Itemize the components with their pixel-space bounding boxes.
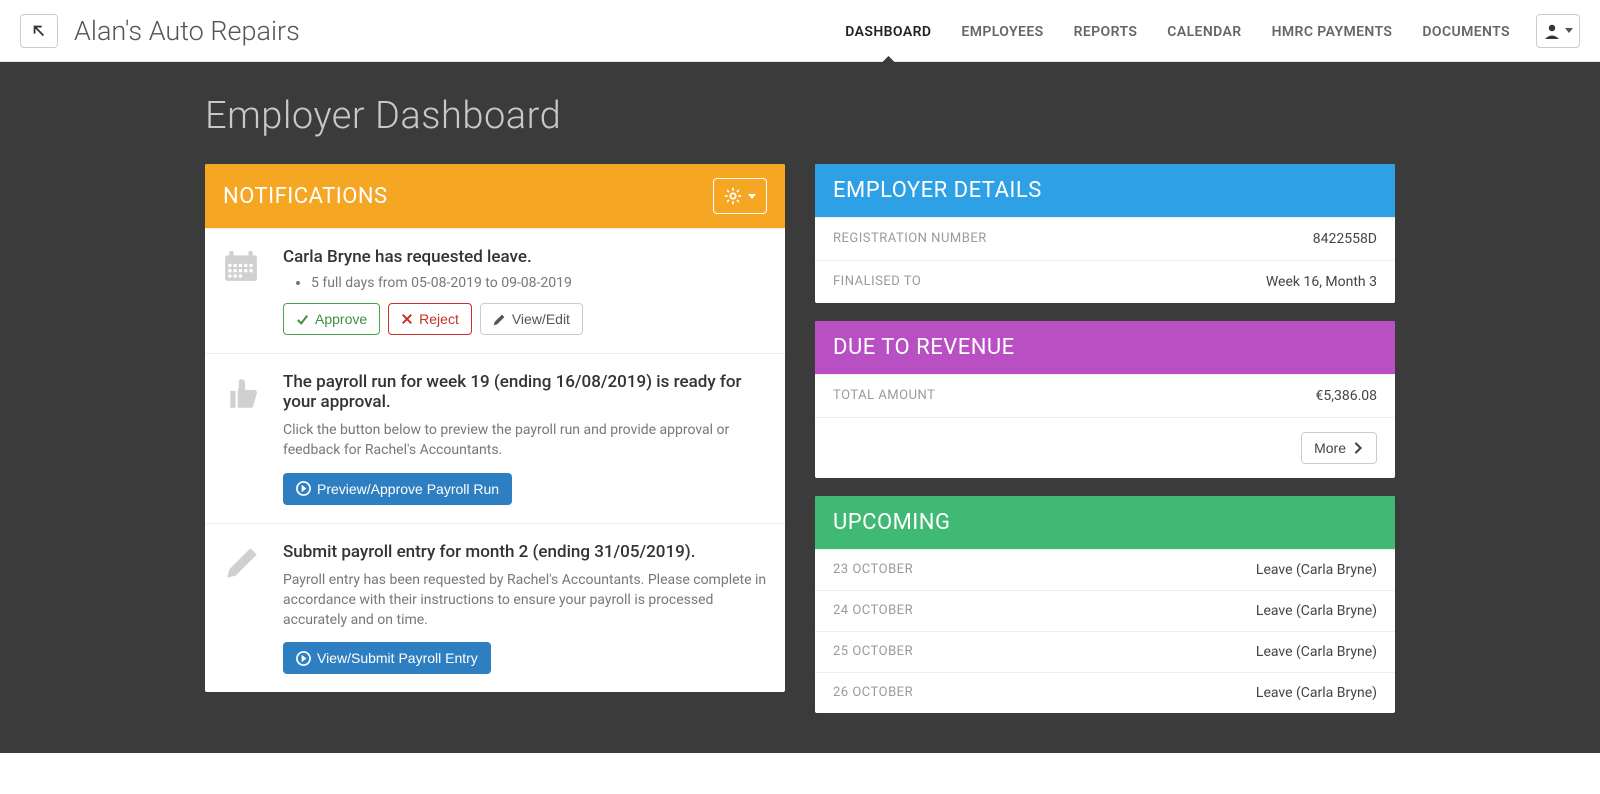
notifications-title: NOTIFICATIONS	[223, 184, 388, 209]
company-name: Alan's Auto Repairs	[74, 15, 300, 47]
back-button[interactable]	[20, 14, 58, 48]
upcoming-text: Leave (Carla Bryne)	[1256, 562, 1377, 578]
upcoming-panel: UPCOMING 23 OCTOBER Leave (Carla Bryne) …	[815, 496, 1395, 713]
upcoming-text: Leave (Carla Bryne)	[1256, 685, 1377, 701]
view-submit-payroll-button[interactable]: View/Submit Payroll Entry	[283, 642, 491, 674]
detail-value: €5,386.08	[1315, 388, 1377, 404]
upcoming-text: Leave (Carla Bryne)	[1256, 644, 1377, 660]
nav-reports[interactable]: REPORTS	[1074, 4, 1138, 58]
upcoming-date: 23 OCTOBER	[833, 562, 913, 578]
nav-calendar[interactable]: CALENDAR	[1167, 4, 1241, 58]
notification-title: The payroll run for week 19 (ending 16/0…	[283, 372, 767, 412]
notification-item: The payroll run for week 19 (ending 16/0…	[205, 353, 785, 523]
user-icon	[1543, 22, 1561, 40]
detail-row: TOTAL AMOUNT €5,386.08	[815, 374, 1395, 417]
notification-title: Carla Bryne has requested leave.	[283, 247, 767, 267]
notification-title: Submit payroll entry for month 2 (ending…	[283, 542, 767, 562]
thumbs-up-icon	[223, 372, 265, 505]
due-to-revenue-header: DUE TO REVENUE	[815, 321, 1395, 374]
notification-description: Payroll entry has been requested by Rach…	[283, 570, 767, 631]
employer-details-panel: EMPLOYER DETAILS REGISTRATION NUMBER 842…	[815, 164, 1395, 303]
employer-details-header: EMPLOYER DETAILS	[815, 164, 1395, 217]
more-button[interactable]: More	[1301, 432, 1377, 464]
detail-label: TOTAL AMOUNT	[833, 388, 935, 404]
nav-employees[interactable]: EMPLOYEES	[961, 4, 1043, 58]
notification-details: 5 full days from 05-08-2019 to 09-08-201…	[283, 275, 767, 291]
upcoming-item: 24 OCTOBER Leave (Carla Bryne)	[815, 590, 1395, 631]
upcoming-item: 26 OCTOBER Leave (Carla Bryne)	[815, 672, 1395, 713]
gear-icon	[724, 187, 742, 205]
nav-documents[interactable]: DOCUMENTS	[1422, 4, 1510, 58]
detail-row: FINALISED TO Week 16, Month 3	[815, 260, 1395, 303]
page-title: Employer Dashboard	[205, 94, 1395, 138]
notifications-panel: NOTIFICATIONS Carla Bryne has requested …	[205, 164, 785, 692]
upcoming-item: 23 OCTOBER Leave (Carla Bryne)	[815, 549, 1395, 590]
caret-down-icon	[1565, 28, 1573, 33]
employer-details-title: EMPLOYER DETAILS	[833, 178, 1042, 203]
notification-description: Click the button below to preview the pa…	[283, 420, 767, 461]
pencil-icon	[493, 313, 506, 326]
back-arrow-icon	[31, 23, 47, 39]
approve-button[interactable]: Approve	[283, 303, 380, 335]
calendar-icon	[223, 247, 265, 335]
view-edit-button[interactable]: View/Edit	[480, 303, 583, 335]
upcoming-date: 25 OCTOBER	[833, 644, 913, 660]
upcoming-header: UPCOMING	[815, 496, 1395, 549]
detail-label: FINALISED TO	[833, 274, 921, 290]
preview-approve-payroll-button[interactable]: Preview/Approve Payroll Run	[283, 473, 512, 505]
nav-dashboard[interactable]: DASHBOARD	[845, 4, 931, 58]
arrow-circle-icon	[296, 481, 311, 496]
notifications-header: NOTIFICATIONS	[205, 164, 785, 228]
upcoming-date: 26 OCTOBER	[833, 685, 913, 701]
upcoming-title: UPCOMING	[833, 510, 950, 535]
detail-value: Week 16, Month 3	[1266, 274, 1377, 290]
x-icon	[401, 313, 413, 325]
upcoming-item: 25 OCTOBER Leave (Carla Bryne)	[815, 631, 1395, 672]
due-to-revenue-title: DUE TO REVENUE	[833, 335, 1015, 360]
notification-item: Carla Bryne has requested leave. 5 full …	[205, 228, 785, 353]
arrow-circle-icon	[296, 651, 311, 666]
due-to-revenue-panel: DUE TO REVENUE TOTAL AMOUNT €5,386.08 Mo…	[815, 321, 1395, 478]
nav-hmrc-payments[interactable]: HMRC PAYMENTS	[1272, 4, 1393, 58]
detail-value: 8422558D	[1313, 231, 1377, 247]
chevron-right-icon	[1352, 441, 1364, 455]
caret-down-icon	[748, 194, 756, 199]
user-menu-button[interactable]	[1536, 14, 1580, 48]
main-nav: DASHBOARD EMPLOYEES REPORTS CALENDAR HMR…	[845, 4, 1510, 58]
upcoming-date: 24 OCTOBER	[833, 603, 913, 619]
upcoming-text: Leave (Carla Bryne)	[1256, 603, 1377, 619]
detail-label: REGISTRATION NUMBER	[833, 231, 987, 247]
notifications-settings-button[interactable]	[713, 178, 767, 214]
check-icon	[296, 313, 309, 326]
notification-item: Submit payroll entry for month 2 (ending…	[205, 523, 785, 693]
detail-row: REGISTRATION NUMBER 8422558D	[815, 217, 1395, 260]
reject-button[interactable]: Reject	[388, 303, 472, 335]
pencil-icon	[223, 542, 265, 675]
